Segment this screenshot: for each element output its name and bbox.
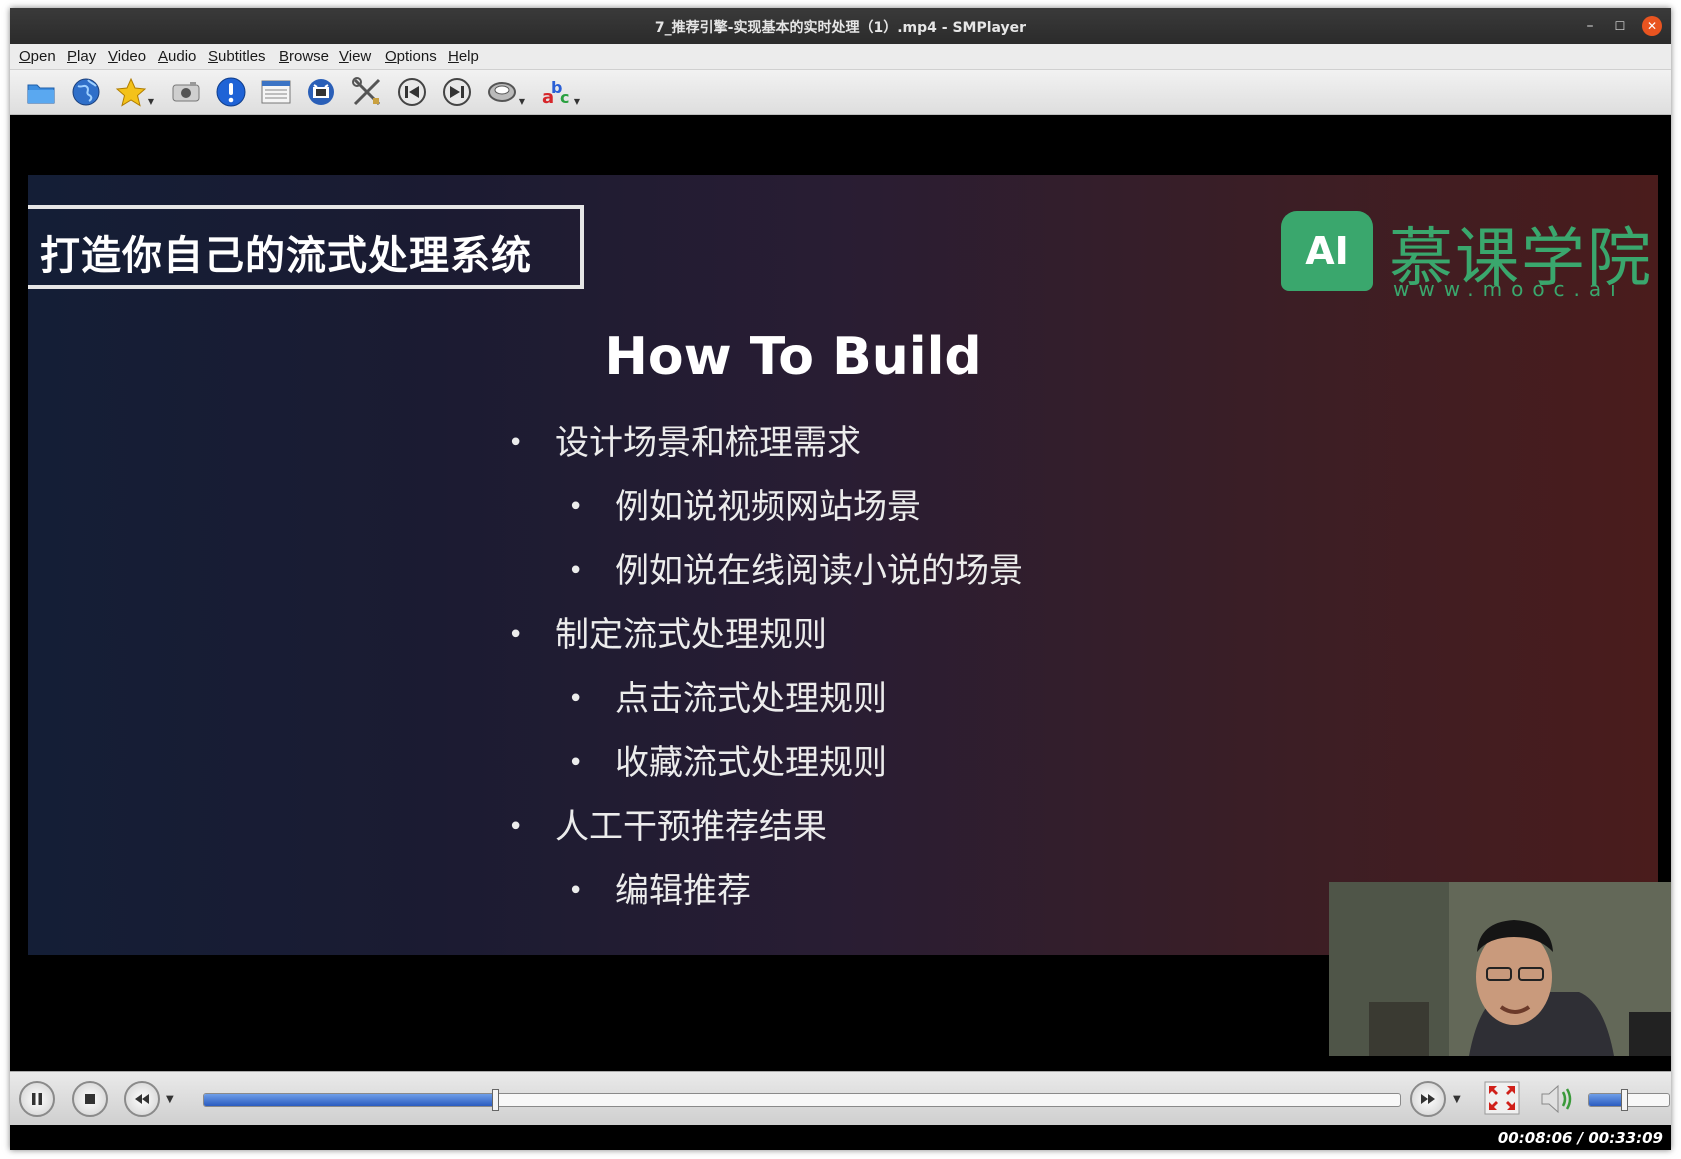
playlist-button[interactable] <box>259 75 293 109</box>
screenshot-camera-icon <box>172 82 200 102</box>
maximize-button[interactable]: ☐ <box>1610 16 1630 36</box>
volume-slider[interactable] <box>1588 1093 1670 1107</box>
mute-button[interactable] <box>1538 1081 1578 1117</box>
minimize-button[interactable]: – <box>1580 16 1600 36</box>
brand-logo: AI 慕课学院 www.mooc.ai <box>1281 207 1651 301</box>
rewind-dropdown-chevron-down-icon[interactable]: ▼ <box>166 1094 174 1105</box>
subtitle-abc-icon: abc <box>542 78 569 108</box>
video-area[interactable]: 打造你自己的流式处理系统 AI 慕课学院 www.mooc.ai How To … <box>10 115 1671 1070</box>
menu-audio[interactable]: Audio <box>158 48 196 65</box>
open-url-button[interactable] <box>69 75 103 109</box>
fast-forward-icon <box>1421 1094 1435 1104</box>
favorites-star-icon <box>115 77 147 107</box>
chevron-down-icon: ▼ <box>573 97 580 106</box>
slide-heading: How To Build <box>604 327 982 387</box>
playback-time: 00:08:06 / 00:33:09 <box>1497 1129 1663 1147</box>
preferences-button[interactable] <box>350 75 384 109</box>
volume-level <box>1589 1094 1625 1106</box>
smplayer-window: 7_推荐引擎-实现基本的实时处理（1）.mp4 - SMPlayer – ☐ ✕… <box>10 8 1671 1150</box>
open-folder-button[interactable] <box>24 75 58 109</box>
stop-icon <box>85 1094 95 1104</box>
subtitle-track-button[interactable]: abc ▼ <box>540 75 580 109</box>
screenshot-button[interactable] <box>169 75 203 109</box>
status-bar: 00:08:06 / 00:33:09 <box>10 1125 1671 1150</box>
logo-url: www.mooc.ai <box>1393 277 1625 301</box>
open-folder-icon <box>27 84 55 104</box>
presenter-image <box>1329 882 1671 1056</box>
slide-title: 打造你自己的流式处理系统 <box>40 233 532 279</box>
toolbar: ▼ ▼ abc ▼ <box>10 70 1671 115</box>
info-icon <box>216 77 246 107</box>
title-bar[interactable]: 7_推荐引擎-实现基本的实时处理（1）.mp4 - SMPlayer – ☐ ✕ <box>10 8 1671 44</box>
audio-track-button[interactable]: ▼ <box>485 75 525 109</box>
next-icon <box>443 78 471 106</box>
globe-icon <box>72 78 100 106</box>
previous-button[interactable] <box>395 75 429 109</box>
window-title: 7_推荐引擎-实现基本的实时处理（1）.mp4 - SMPlayer <box>654 20 1027 36</box>
presenter-webcam <box>1329 882 1671 1056</box>
audio-track-icon <box>488 82 516 102</box>
close-button[interactable]: ✕ <box>1642 16 1662 36</box>
fullscreen-button[interactable] <box>1484 1081 1520 1115</box>
favorites-button[interactable]: ▼ <box>114 75 154 109</box>
next-button[interactable] <box>440 75 474 109</box>
info-button[interactable] <box>214 75 248 109</box>
playlist-icon <box>261 80 291 104</box>
rewind-icon <box>135 1094 149 1104</box>
slide-title-box: 打造你自己的流式处理系统 <box>28 205 584 289</box>
logo-badge: AI <box>1281 211 1373 291</box>
previous-icon <box>398 78 426 106</box>
volume-handle[interactable] <box>1621 1089 1628 1111</box>
menu-subtitles[interactable]: Subtitles <box>208 48 266 65</box>
menu-view[interactable]: View <box>339 48 371 65</box>
seek-handle[interactable] <box>492 1089 500 1111</box>
control-bar: ▼ ▼ <box>10 1071 1671 1125</box>
pause-button[interactable] <box>19 1081 55 1117</box>
rewind-button[interactable] <box>124 1081 160 1117</box>
svg-text:c: c <box>560 88 569 107</box>
fullscreen-icon <box>1484 1081 1520 1115</box>
preferences-tools-icon <box>352 77 381 106</box>
forward-dropdown-chevron-down-icon[interactable]: ▼ <box>1453 1094 1461 1105</box>
video-frame-slide: 打造你自己的流式处理系统 AI 慕课学院 www.mooc.ai How To … <box>28 175 1658 955</box>
video-equalizer-button[interactable] <box>304 75 338 109</box>
menu-bar: Open Play Video Audio Subtitles Browse V… <box>10 44 1671 70</box>
menu-play[interactable]: Play <box>67 48 96 65</box>
chevron-down-icon: ▼ <box>147 97 154 106</box>
seek-bar[interactable] <box>203 1093 1401 1107</box>
menu-options[interactable]: Options <box>385 48 437 65</box>
stop-button[interactable] <box>72 1081 108 1117</box>
seek-progress <box>204 1094 497 1106</box>
menu-browse[interactable]: Browse <box>279 48 329 65</box>
chevron-down-icon: ▼ <box>518 97 525 106</box>
menu-video[interactable]: Video <box>108 48 146 65</box>
pause-icon <box>32 1093 42 1105</box>
video-equalizer-icon <box>308 79 334 105</box>
menu-open[interactable]: Open <box>19 48 56 65</box>
menu-help[interactable]: Help <box>448 48 479 65</box>
forward-button[interactable] <box>1410 1081 1446 1117</box>
speaker-volume-icon <box>1541 1084 1572 1114</box>
